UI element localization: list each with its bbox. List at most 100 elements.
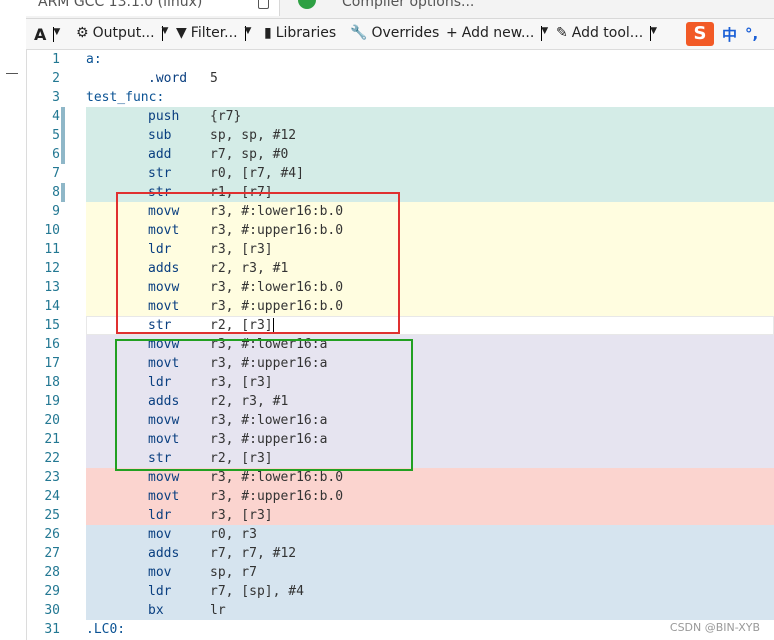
asm-operands: r0, r3	[210, 527, 257, 542]
tab-compiler-options[interactable]: Compiler options...	[342, 0, 474, 16]
code-line[interactable]: 26 mov r0, r3	[26, 525, 774, 544]
asm-operands: r3, #:lower16:b.0	[210, 470, 344, 485]
code-line[interactable]: 20 movw r3, #:lower16:a	[26, 411, 774, 430]
overrides-label: Overrides	[371, 25, 440, 41]
code-text: movt r3, #:upper16:a	[86, 354, 774, 373]
code-text: str r0, [r7, #4]	[86, 164, 774, 183]
gutter-marker	[61, 145, 65, 164]
code-line[interactable]: 28 mov sp, r7	[26, 563, 774, 582]
code-line[interactable]: 10 movt r3, #:upper16:b.0	[26, 221, 774, 240]
line-number: 19	[44, 394, 60, 409]
gear-icon: ⚙	[76, 25, 89, 41]
code-text: add r7, sp, #0	[86, 145, 774, 164]
filter-button[interactable]: ▼ Filter... ▼	[176, 25, 251, 41]
line-number: 5	[52, 128, 60, 143]
add-tool-button[interactable]: ✎ Add tool... ▼	[556, 25, 657, 41]
book-icon: ▮	[264, 25, 272, 41]
code-line[interactable]: 21 movt r3, #:upper16:a	[26, 430, 774, 449]
code-line[interactable]: 31 .LC0:	[26, 620, 774, 639]
code-text: movw r3, #:lower16:b.0	[86, 468, 774, 487]
asm-operands: r3, [r3]	[210, 242, 273, 257]
code-line[interactable]: 17 movt r3, #:upper16:a	[26, 354, 774, 373]
asm-operands: r2, r3, #1	[210, 394, 289, 409]
asm-operands: lr	[210, 603, 226, 618]
font-size-button[interactable]: A ▼	[34, 25, 60, 44]
asm-mnemonic: movt	[148, 356, 180, 371]
code-line[interactable]: 23 movw r3, #:lower16:b.0	[26, 468, 774, 487]
asm-operands: r3, [r3]	[210, 508, 273, 523]
code-text: movw r3, #:lower16:b.0	[86, 202, 774, 221]
panel-divider-mark	[6, 73, 18, 74]
asm-mnemonic: ldr	[148, 242, 172, 257]
code-line[interactable]: 7 str r0, [r7, #4]	[26, 164, 774, 183]
chevron-down-icon: ▼	[541, 25, 548, 41]
line-number: 11	[44, 242, 60, 257]
code-text: ldr r3, [r3]	[86, 240, 774, 259]
code-text: adds r7, r7, #12	[86, 544, 774, 563]
compile-status-ok-icon[interactable]	[298, 0, 316, 9]
tab-bar: ARM GCC 13.1.0 (linux) Compiler options.…	[26, 0, 774, 19]
asm-mnemonic: .word	[148, 71, 188, 86]
code-line[interactable]: 18 ldr r3, [r3]	[26, 373, 774, 392]
code-line[interactable]: 1 a:	[26, 50, 774, 69]
chevron-down-icon: ▼	[53, 27, 60, 42]
overrides-button[interactable]: 🔧 Overrides	[350, 25, 439, 41]
assembly-editor[interactable]: 1 a: 2 .word 5 3 test_func: 4 push {r7} 5 sub sp, sp…	[26, 50, 774, 640]
line-number: 23	[44, 470, 60, 485]
code-line[interactable]: 13 movw r3, #:lower16:b.0	[26, 278, 774, 297]
code-line[interactable]: 22 str r2, [r3]	[26, 449, 774, 468]
ime-indicator[interactable]: S 中 °,	[686, 22, 758, 46]
code-text: test_func:	[86, 88, 774, 107]
line-number: 31	[44, 622, 60, 637]
code-text: movt r3, #:upper16:b.0	[86, 221, 774, 240]
asm-operands: r1, [r7]	[210, 185, 273, 200]
line-number: 8	[52, 185, 60, 200]
line-number: 20	[44, 413, 60, 428]
code-line[interactable]: 30 bx lr	[26, 601, 774, 620]
code-text: str r2, [r3]	[86, 449, 774, 468]
tab-compiler-title: ARM GCC 13.1.0 (linux)	[38, 0, 203, 10]
code-line[interactable]: 29 ldr r7, [sp], #4	[26, 582, 774, 601]
filter-icon: ▼	[176, 25, 187, 41]
chevron-down-icon: ▼	[244, 25, 251, 41]
asm-mnemonic: adds	[148, 394, 180, 409]
line-number: 7	[52, 166, 60, 181]
line-number: 12	[44, 261, 60, 276]
asm-operands: r7, [sp], #4	[210, 584, 304, 599]
code-line[interactable]: 9 movw r3, #:lower16:b.0	[26, 202, 774, 221]
code-line[interactable]: 6 add r7, sp, #0	[26, 145, 774, 164]
wrench-icon: 🔧	[350, 25, 368, 41]
code-text: .word 5	[86, 69, 774, 88]
code-text: adds r2, r3, #1	[86, 259, 774, 278]
code-line[interactable]: 4 push {r7}	[26, 107, 774, 126]
code-text: movt r3, #:upper16:a	[86, 430, 774, 449]
compiler-toolbar: A ▼ ⚙ Output... ▼ ▼ Filter... ▼ ▮ Libraries…	[26, 19, 774, 50]
code-line[interactable]: 16 movw r3, #:lower16:a	[26, 335, 774, 354]
code-line[interactable]: 25 ldr r3, [r3]	[26, 506, 774, 525]
code-line[interactable]: 5 sub sp, sp, #12	[26, 126, 774, 145]
add-new-button[interactable]: + Add new... ▼	[446, 25, 548, 41]
code-line[interactable]: 19 adds r2, r3, #1	[26, 392, 774, 411]
asm-operands: r3, #:lower16:b.0	[210, 204, 344, 219]
code-line[interactable]: 24 movt r3, #:upper16:b.0	[26, 487, 774, 506]
code-line[interactable]: 15 str r2, [r3]	[26, 316, 774, 335]
code-line[interactable]: 11 ldr r3, [r3]	[26, 240, 774, 259]
plus-icon: +	[446, 25, 458, 41]
code-line[interactable]: 3 test_func:	[26, 88, 774, 107]
tab-compiler[interactable]: ARM GCC 13.1.0 (linux)	[26, 0, 280, 16]
code-line[interactable]: 2 .word 5	[26, 69, 774, 88]
popout-icon[interactable]	[258, 0, 269, 9]
libraries-button[interactable]: ▮ Libraries	[264, 25, 336, 41]
code-line[interactable]: 27 adds r7, r7, #12	[26, 544, 774, 563]
asm-mnemonic: str	[148, 166, 172, 181]
code-line[interactable]: 14 movt r3, #:upper16:b.0	[26, 297, 774, 316]
asm-mnemonic: str	[148, 451, 172, 466]
ime-language: 中	[722, 25, 738, 44]
asm-operands: r3, #:lower16:b.0	[210, 280, 344, 295]
output-button[interactable]: ⚙ Output... ▼	[76, 25, 168, 41]
line-number: 21	[44, 432, 60, 447]
asm-operands: r3, #:upper16:b.0	[210, 299, 344, 314]
code-line[interactable]: 8 str r1, [r7]	[26, 183, 774, 202]
asm-label: a:	[86, 52, 102, 67]
code-line[interactable]: 12 adds r2, r3, #1	[26, 259, 774, 278]
